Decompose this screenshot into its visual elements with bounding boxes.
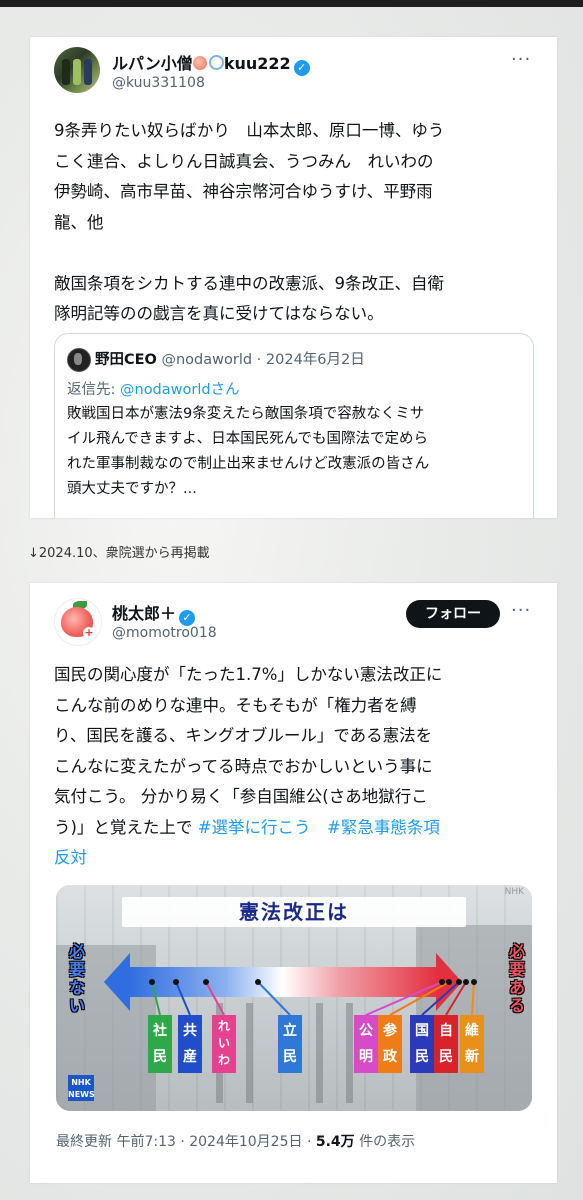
nhk-logo: NHK NEWS (68, 1075, 95, 1101)
quote-header: 野田CEO @nodaworld · 2024年6月2日 (95, 348, 365, 369)
party-label: 立 民 (278, 1015, 302, 1073)
quoted-tweet[interactable]: 野田CEO @nodaworld · 2024年6月2日 返信先: @nodaw… (54, 333, 534, 519)
party-label: 維 新 (460, 1015, 484, 1073)
more-icon[interactable]: ··· (511, 49, 531, 70)
position-dot (471, 979, 477, 985)
hashtag-link[interactable]: 反対 (54, 848, 87, 867)
repost-note: ↓2024.10、衆院選から再掲載 (28, 546, 210, 561)
top-bar (0, 0, 583, 7)
connector-line (471, 981, 475, 1016)
position-dot (446, 979, 452, 985)
position-dot (149, 979, 155, 985)
more-icon[interactable]: ··· (511, 600, 531, 621)
author-name[interactable]: ルパン小僧 kuu222 ✓ (112, 50, 310, 76)
position-dot (439, 979, 445, 985)
hashtag-link[interactable]: #緊急事態条項 (327, 818, 440, 837)
party-label: 参 政 (378, 1015, 402, 1073)
tweet-card-1[interactable]: ルパン小僧 kuu222 ✓ @kuu331108 ··· 9条弄りたい奴らばかり … (30, 37, 557, 519)
connector-line (257, 981, 291, 1016)
quote-text: 敗戦国日本が憲法9条変えたら敵国条項で容赦なくミサ イル飛んできますよ、日本国民… (67, 406, 430, 497)
tweet-footer: 最終更新 午前7:13 · 2024年10月25日 · 5.4万 件の表示 (56, 1134, 416, 1150)
tweet-image[interactable]: NHK 憲法改正は 必要ない 必要ある 社 民共 産れ い わ立 民公 明参 政… (56, 885, 532, 1111)
position-dot (463, 979, 469, 985)
connector-line (205, 981, 225, 1016)
author-name[interactable]: 桃太郎＋ ✓ (112, 600, 196, 626)
ring-icon (208, 55, 224, 70)
verified-icon: ✓ (293, 60, 310, 76)
tweet-card-2[interactable]: + 桃太郎＋ ✓ @momotro018 フォロー ··· 国民の関心度が「たった… (30, 583, 557, 1183)
party-label: 公 明 (354, 1015, 378, 1073)
quote-author-name[interactable]: 野田CEO (95, 352, 157, 368)
party-label: 共 産 (178, 1015, 202, 1073)
tweet-text: 国民の関心度が「たった1.7%」しかない憲法改正に こんな前のめりな連中。そもそ… (54, 665, 443, 867)
connector-line (151, 981, 161, 1016)
position-dot (173, 979, 179, 985)
tweet-text: 9条弄りたい奴らばかり 山本太郎、原口一博、ゆう こく連合、よしりん日誠真会、う… (54, 121, 445, 323)
follow-button[interactable]: フォロー (406, 600, 500, 628)
connector-line (365, 981, 443, 1016)
quote-date[interactable]: · 2024年6月2日 (257, 352, 365, 368)
party-label: 社 民 (148, 1015, 172, 1073)
quote-avatar[interactable] (67, 348, 91, 372)
hashtag-link[interactable]: #選挙に行こう (198, 818, 311, 837)
avatar[interactable] (54, 47, 100, 93)
connector-line (445, 981, 467, 1016)
position-dot (456, 979, 462, 985)
verified-icon: ✓ (179, 610, 196, 626)
reply-handle-link[interactable]: @nodaworldさん (120, 382, 240, 398)
party-label: 自 民 (434, 1015, 458, 1073)
position-dot (203, 979, 209, 985)
avatar[interactable]: + (54, 598, 102, 646)
author-handle[interactable]: @momotro018 (112, 625, 217, 641)
quote-handle[interactable]: @nodaworld (161, 352, 252, 368)
peach-icon (192, 56, 207, 70)
quote-reply-to: 返信先: @nodaworldさん (67, 382, 240, 398)
position-dot (255, 979, 261, 985)
author-handle[interactable]: @kuu331108 (112, 75, 205, 91)
party-label: 国 民 (410, 1015, 434, 1073)
party-label: れ い わ (212, 1015, 236, 1073)
connector-lines (151, 981, 475, 1016)
connector-line (175, 981, 191, 1016)
view-count: 5.4万 (315, 1134, 355, 1150)
timestamp[interactable]: 最終更新 午前7:13 · 2024年10月25日 · (56, 1134, 316, 1150)
